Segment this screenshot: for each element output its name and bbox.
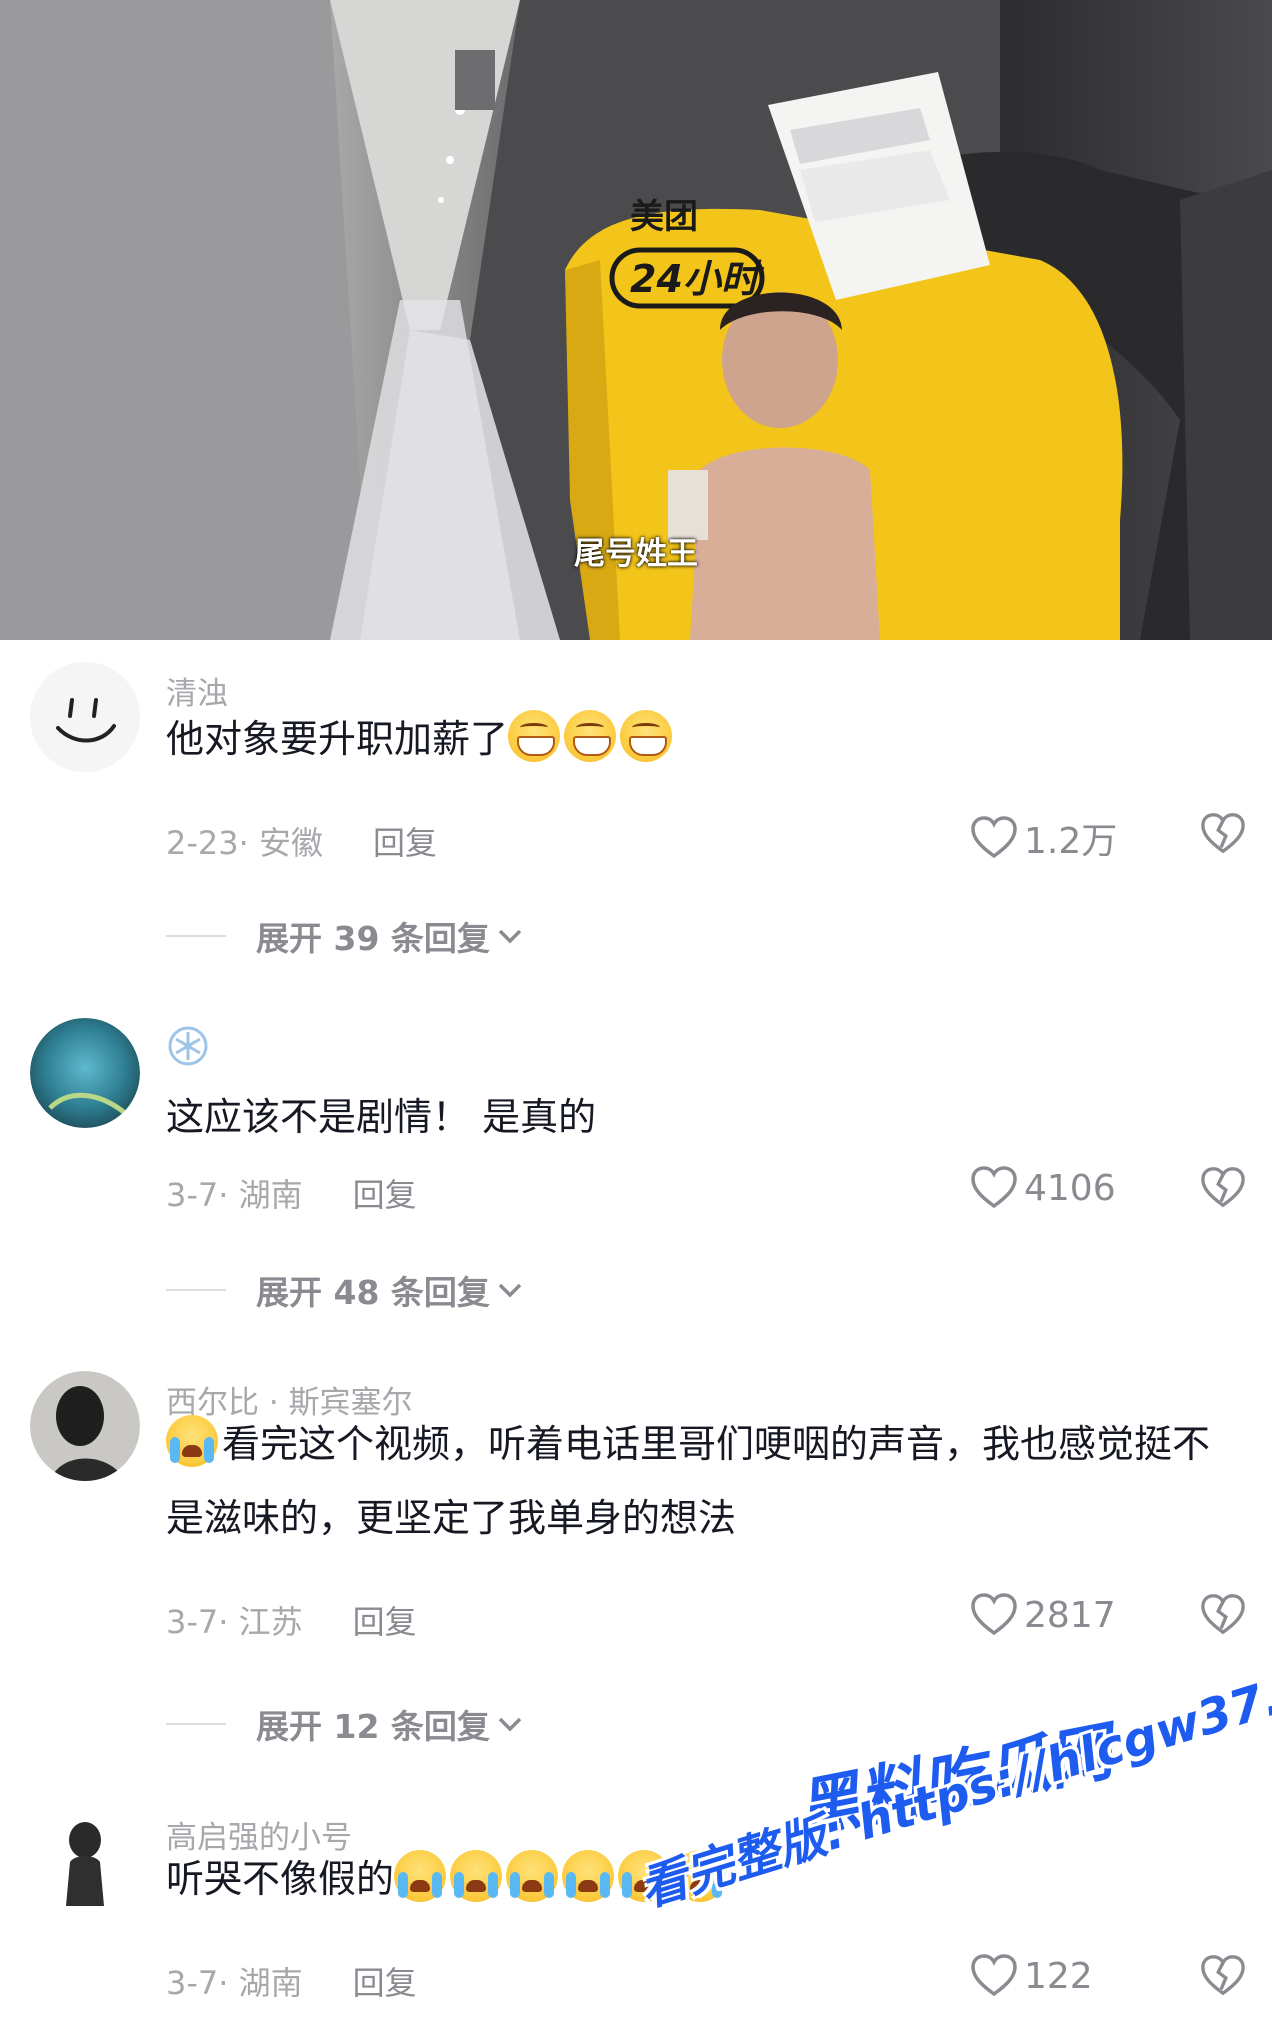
comment-date-location: 3-7· 江苏 — [166, 1603, 303, 1641]
comment-text-row: 看完这个视频，听着电话里哥们哽咽的声音，我也感觉挺不是滋味的，更坚定了我单身的想… — [166, 1407, 1232, 1555]
comment-text: 这应该不是剧情！ 是真的 — [166, 1095, 597, 1139]
dislike-button[interactable] — [1200, 1954, 1246, 2002]
comment-item: 这应该不是剧情！ 是真的 3-7· 湖南 回复 4106 展开 48 条回复 — [0, 1010, 1272, 1320]
video-subtitle: 尾号姓王 — [574, 536, 698, 572]
comment-item: 清浊 他对象要升职加薪了 2-23· 安徽 回复 1.2万 展开 39 条回复 — [0, 650, 1272, 960]
crying-emoji — [562, 1850, 615, 1902]
avatar[interactable] — [30, 662, 140, 772]
comment-date-location: 3-7· 湖南 — [166, 1176, 303, 1214]
svg-text:24小时: 24小时 — [630, 257, 765, 301]
heart-icon — [971, 1593, 1017, 1636]
broken-heart-icon — [1201, 813, 1245, 854]
like-count: 122 — [1024, 1955, 1093, 1997]
comment-text: 听哭不像假的 — [166, 1857, 395, 1901]
reply-button[interactable]: 回复 — [353, 1603, 417, 1641]
divider — [166, 1723, 226, 1725]
avatar[interactable] — [30, 1371, 140, 1481]
comment-text: 他对象要升职加薪了 — [166, 717, 509, 761]
comment-meta: 3-7· 湖南 回复 — [166, 1958, 417, 2004]
comment-date-location: 2-23· 安徽 — [166, 824, 323, 862]
crying-emoji — [506, 1850, 559, 1902]
reply-button[interactable]: 回复 — [373, 824, 437, 862]
crying-emoji — [166, 1415, 218, 1467]
grin-emoji — [620, 710, 673, 762]
crying-emoji — [450, 1850, 503, 1902]
divider — [166, 935, 226, 937]
grin-emoji — [508, 710, 561, 762]
like-button[interactable]: 2817 — [970, 1593, 1116, 1637]
broken-heart-icon — [1201, 1594, 1245, 1635]
like-count: 4106 — [1024, 1167, 1116, 1209]
expand-replies-label: 展开 12 条回复 — [256, 1707, 490, 1746]
broken-heart-icon — [1201, 1167, 1245, 1208]
crying-emoji — [674, 1850, 727, 1902]
chevron-down-icon — [498, 1283, 522, 1298]
chevron-down-icon — [498, 929, 522, 944]
dislike-button[interactable] — [1200, 1166, 1246, 1214]
comment-text-row: 这应该不是剧情！ 是真的 — [166, 1080, 1232, 1154]
like-button[interactable]: 122 — [970, 1954, 1093, 1998]
divider — [166, 1289, 226, 1291]
like-button[interactable]: 1.2万 — [970, 812, 1117, 864]
comment-item: 高启强的小号 听哭不像假的 3-7· 湖南 回复 122 — [0, 1800, 1272, 2020]
heart-icon — [971, 1954, 1017, 1997]
comment-date-location: 3-7· 湖南 — [166, 1964, 303, 2002]
comment-meta: 3-7· 湖南 回复 — [166, 1170, 417, 1216]
expand-replies[interactable]: 展开 12 条回复 — [166, 1700, 524, 1748]
reply-button[interactable]: 回复 — [353, 1964, 417, 2002]
dislike-button[interactable] — [1200, 1593, 1246, 1641]
like-count: 1.2万 — [1024, 821, 1118, 862]
expand-replies[interactable]: 展开 48 条回复 — [166, 1266, 524, 1314]
comment-meta: 3-7· 江苏 回复 — [166, 1597, 417, 1643]
broken-heart-icon — [1201, 1955, 1245, 1996]
reply-button[interactable]: 回复 — [353, 1176, 417, 1214]
comment-meta: 2-23· 安徽 回复 — [166, 818, 437, 864]
comment-text-row: 他对象要升职加薪了 — [166, 702, 1232, 776]
expand-replies-label: 展开 39 条回复 — [256, 919, 490, 958]
comment-text: 看完这个视频，听着电话里哥们哽咽的声音，我也感觉挺不是滋味的，更坚定了我单身的想… — [166, 1422, 1211, 1540]
crying-emoji — [618, 1850, 671, 1902]
dislike-button[interactable] — [1200, 812, 1246, 860]
svg-text:美团: 美团 — [630, 197, 698, 237]
like-count: 2817 — [1024, 1594, 1116, 1636]
crying-emoji — [394, 1850, 447, 1902]
grin-emoji — [564, 710, 617, 762]
expand-replies-label: 展开 48 条回复 — [256, 1273, 490, 1312]
video-frame[interactable]: 美团 24小时 尾号姓王 — [0, 0, 1272, 640]
expand-replies[interactable]: 展开 39 条回复 — [166, 912, 524, 960]
chevron-down-icon — [498, 1717, 522, 1732]
heart-icon — [971, 816, 1017, 859]
like-button[interactable]: 4106 — [970, 1166, 1116, 1210]
avatar[interactable] — [30, 1806, 140, 1916]
snowflake-icon — [168, 1026, 208, 1066]
avatar[interactable] — [30, 1018, 140, 1128]
comment-item: 西尔比 · 斯宾塞尔 看完这个视频，听着电话里哥们哽咽的声音，我也感觉挺不是滋味… — [0, 1365, 1272, 1755]
heart-icon — [971, 1166, 1017, 1209]
comment-text-row: 听哭不像假的 — [166, 1842, 1232, 1916]
